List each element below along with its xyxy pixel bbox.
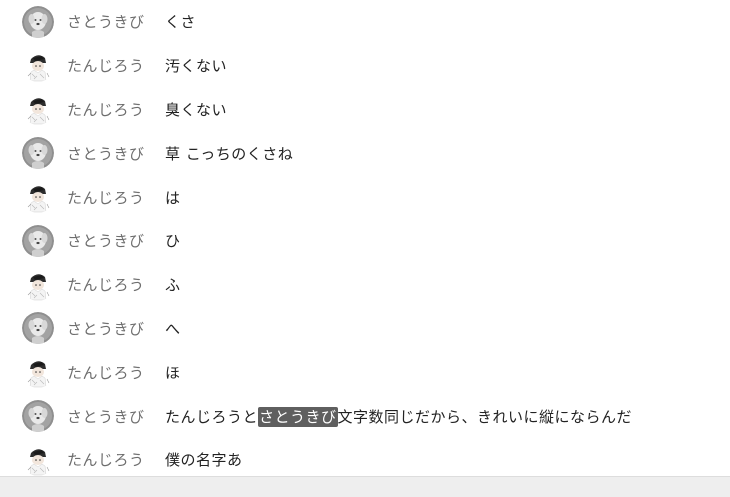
dog-avatar-icon[interactable] — [22, 312, 54, 344]
bottom-bar — [0, 476, 730, 497]
message-text: 臭くない — [165, 100, 228, 119]
message-text: ほ — [165, 363, 181, 382]
chat-row: さとうきび ひ — [0, 219, 730, 263]
message-text: ふ — [165, 276, 181, 295]
chat-row: たんじろう ほ — [0, 350, 730, 394]
anime-character-avatar-icon[interactable] — [22, 356, 54, 388]
speaker-name: さとうきび — [67, 407, 145, 426]
speaker-name: たんじろう — [67, 188, 145, 207]
message-text: 僕の名字あ — [165, 451, 243, 470]
chat-row: たんじろう 臭くない — [0, 88, 730, 132]
anime-character-avatar-icon[interactable] — [22, 269, 54, 301]
chat-row: たんじろう ふ — [0, 263, 730, 307]
anime-character-avatar-icon[interactable] — [22, 444, 54, 476]
chat-row: さとうきび たんじろうとさとうきび文字数同じだから、きれいに縦にならんだ — [0, 394, 730, 438]
speaker-name: さとうきび — [67, 319, 145, 338]
speaker-name: さとうきび — [67, 232, 145, 251]
chat-row: さとうきび へ — [0, 307, 730, 351]
anime-character-avatar-icon[interactable] — [22, 93, 54, 125]
message-text: へ — [165, 319, 181, 338]
chat-row: たんじろう は — [0, 175, 730, 219]
message-text: 草 こっちのくさね — [165, 144, 294, 163]
dog-avatar-icon[interactable] — [22, 225, 54, 257]
speaker-name: さとうきび — [67, 13, 145, 32]
dog-avatar-icon[interactable] — [22, 400, 54, 432]
message-text: くさ — [165, 13, 197, 32]
chat-row: さとうきび くさ — [0, 0, 730, 44]
message-text-before: たんじろうと — [165, 407, 259, 426]
message-text: ひ — [165, 232, 181, 251]
dog-avatar-icon[interactable] — [22, 6, 54, 38]
anime-character-avatar-icon[interactable] — [22, 181, 54, 213]
chat-row: さとうきび 草 こっちのくさね — [0, 131, 730, 175]
message-text: 汚くない — [165, 57, 228, 76]
anime-character-avatar-icon[interactable] — [22, 50, 54, 82]
speaker-name: たんじろう — [67, 57, 145, 76]
speaker-name: たんじろう — [67, 451, 145, 470]
message-text: たんじろうとさとうきび文字数同じだから、きれいに縦にならんだ — [165, 406, 632, 427]
dog-avatar-icon[interactable] — [22, 137, 54, 169]
message-text-after: 文字数同じだから、きれいに縦にならんだ — [337, 407, 633, 426]
message-text: は — [165, 188, 181, 207]
chat-row: たんじろう 汚くない — [0, 44, 730, 88]
speaker-name: たんじろう — [67, 276, 145, 295]
selected-text-highlight[interactable]: さとうきび — [258, 406, 338, 427]
speaker-name: たんじろう — [67, 363, 145, 382]
chat-log: さとうきび くさ たんじろう 汚くない たんじろう 臭くない さとうきび 草 こ… — [0, 0, 730, 476]
speaker-name: たんじろう — [67, 100, 145, 119]
speaker-name: さとうきび — [67, 144, 145, 163]
